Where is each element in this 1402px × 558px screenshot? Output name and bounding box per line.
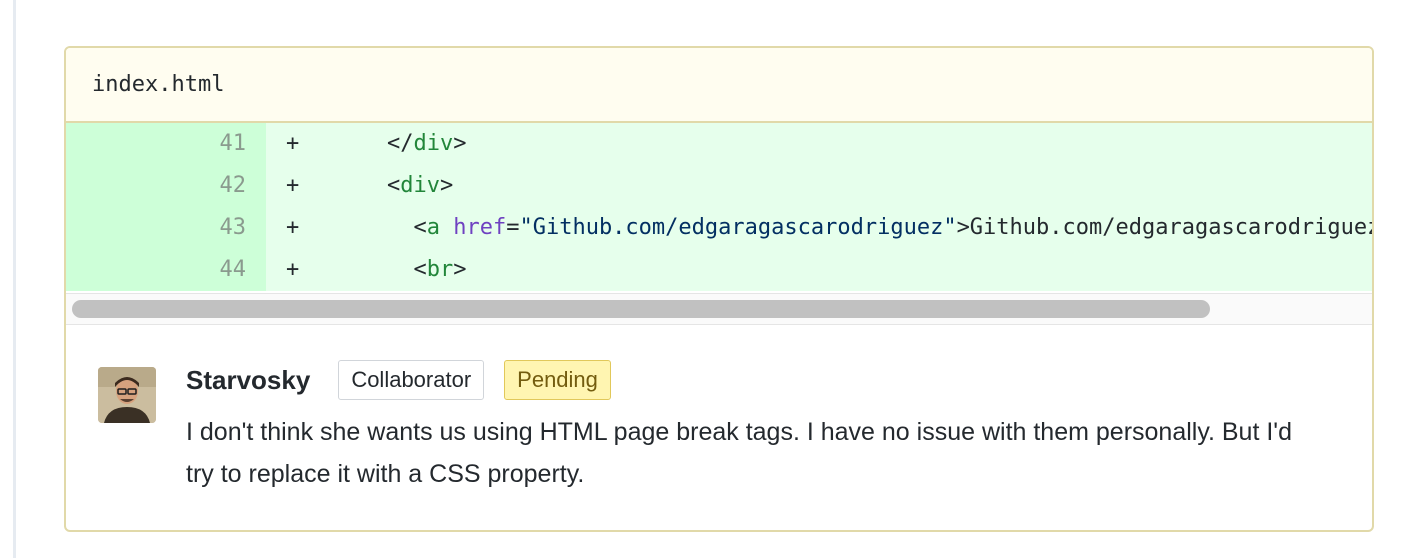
comment-body: Starvosky Collaborator Pending I don't t…: [186, 359, 1306, 495]
code-token: div: [413, 131, 454, 156]
scrollbar-thumb[interactable]: [72, 300, 1210, 318]
addition-marker: +: [286, 131, 300, 156]
pending-badge: Pending: [504, 360, 611, 400]
diff-line: 41 + </div>: [66, 123, 1372, 165]
code-token: >Github.com/edgaragascarodriguez</: [956, 215, 1372, 240]
code-content: + <div>: [266, 165, 1372, 207]
code-token: =: [506, 215, 520, 240]
code-content: + <br>: [266, 249, 1372, 291]
code-token: >: [453, 257, 467, 282]
avatar[interactable]: [98, 367, 156, 423]
avatar-image: [98, 367, 156, 423]
comment: Starvosky Collaborator Pending I don't t…: [66, 325, 1372, 530]
file-name[interactable]: index.html: [92, 72, 224, 97]
addition-marker: +: [286, 215, 300, 240]
diff-line: 42 + <div>: [66, 165, 1372, 207]
code-token: >: [439, 173, 454, 198]
line-number[interactable]: 42: [66, 165, 266, 207]
addition-marker: +: [286, 173, 300, 198]
file-header: index.html: [66, 48, 1372, 123]
line-number[interactable]: 41: [66, 123, 266, 165]
timeline-rail: [0, 0, 16, 558]
review-comment-card: index.html 41 + </div> 42 + <div> 43 + <a hre…: [64, 46, 1374, 532]
diff-line: 44 + <br>: [66, 249, 1372, 291]
addition-marker: +: [286, 257, 300, 282]
diff-line: 43 + <a href="Github.com/edgaragascarodri…: [66, 207, 1372, 249]
code-content: + <a href="Github.com/edgaragascarodrigu…: [266, 207, 1372, 249]
code-token: br: [426, 257, 454, 282]
code-token: a: [426, 215, 440, 240]
comment-text: I don't think she wants us using HTML pa…: [186, 418, 1292, 488]
code-token: <: [413, 215, 427, 240]
code-content: + </div>: [266, 123, 1372, 165]
code-token: div: [400, 173, 440, 198]
comment-meta: Starvosky Collaborator Pending: [186, 359, 1306, 401]
line-number[interactable]: 44: [66, 249, 266, 291]
line-number[interactable]: 43: [66, 207, 266, 249]
code-token: "Github.com/edgaragascarodriguez": [519, 215, 957, 240]
diff-table: 41 + </div> 42 + <div> 43 + <a href="Github.c…: [66, 123, 1372, 293]
horizontal-scrollbar[interactable]: [66, 293, 1372, 325]
code-token: >: [453, 131, 467, 156]
code-token: </: [386, 131, 414, 156]
code-token: href: [453, 215, 507, 240]
collaborator-badge: Collaborator: [338, 360, 485, 400]
code-token: <: [413, 257, 427, 282]
author-name[interactable]: Starvosky: [186, 365, 310, 396]
code-token: <: [386, 173, 401, 198]
